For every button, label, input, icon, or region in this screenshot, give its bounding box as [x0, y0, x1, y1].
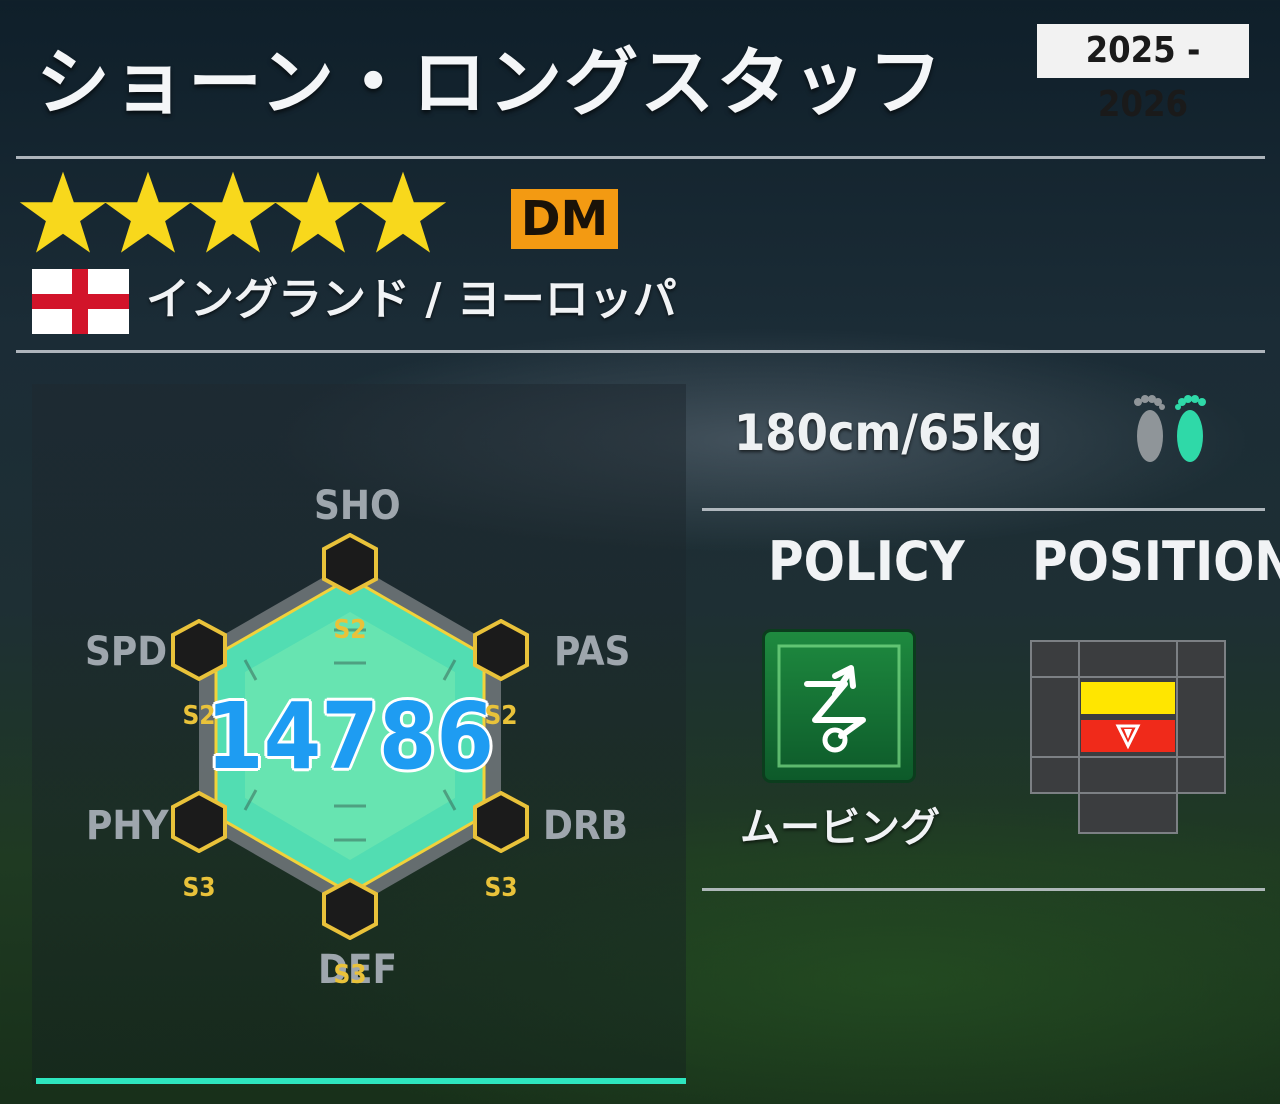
position-zone-primary — [1081, 720, 1175, 752]
policy-label: ムービング — [740, 805, 940, 851]
grade-badge-sho: S2 — [319, 532, 381, 645]
position-map — [1030, 640, 1226, 834]
height-weight: 180cm/65kg — [734, 404, 1043, 462]
stat-label-pas: PAS — [554, 629, 631, 675]
stat-label-sho: SHO — [314, 483, 401, 529]
detail-divider — [702, 508, 1265, 511]
stat-label-drb: DRB — [543, 803, 629, 849]
grade-badge-phy: S3 — [168, 790, 230, 903]
moving-route-icon — [765, 632, 913, 780]
panel-accent-bar — [36, 1078, 686, 1084]
stat-label-phy: PHY — [86, 803, 169, 849]
bottom-divider — [702, 888, 1265, 891]
position-zone-secondary — [1081, 682, 1175, 714]
grade-badge-pas: S2 — [470, 618, 532, 731]
position-heading: POSITION — [1032, 530, 1280, 593]
stat-label-spd: SPD — [85, 629, 168, 675]
grade-badge-spd: S2 — [168, 618, 230, 731]
grade-badge-drb: S3 — [470, 790, 532, 903]
policy-heading: POLICY — [768, 530, 965, 593]
total-power: 14786 — [206, 683, 494, 790]
grade-badge-def: S3 — [319, 877, 381, 990]
feet-icon — [1134, 395, 1206, 462]
